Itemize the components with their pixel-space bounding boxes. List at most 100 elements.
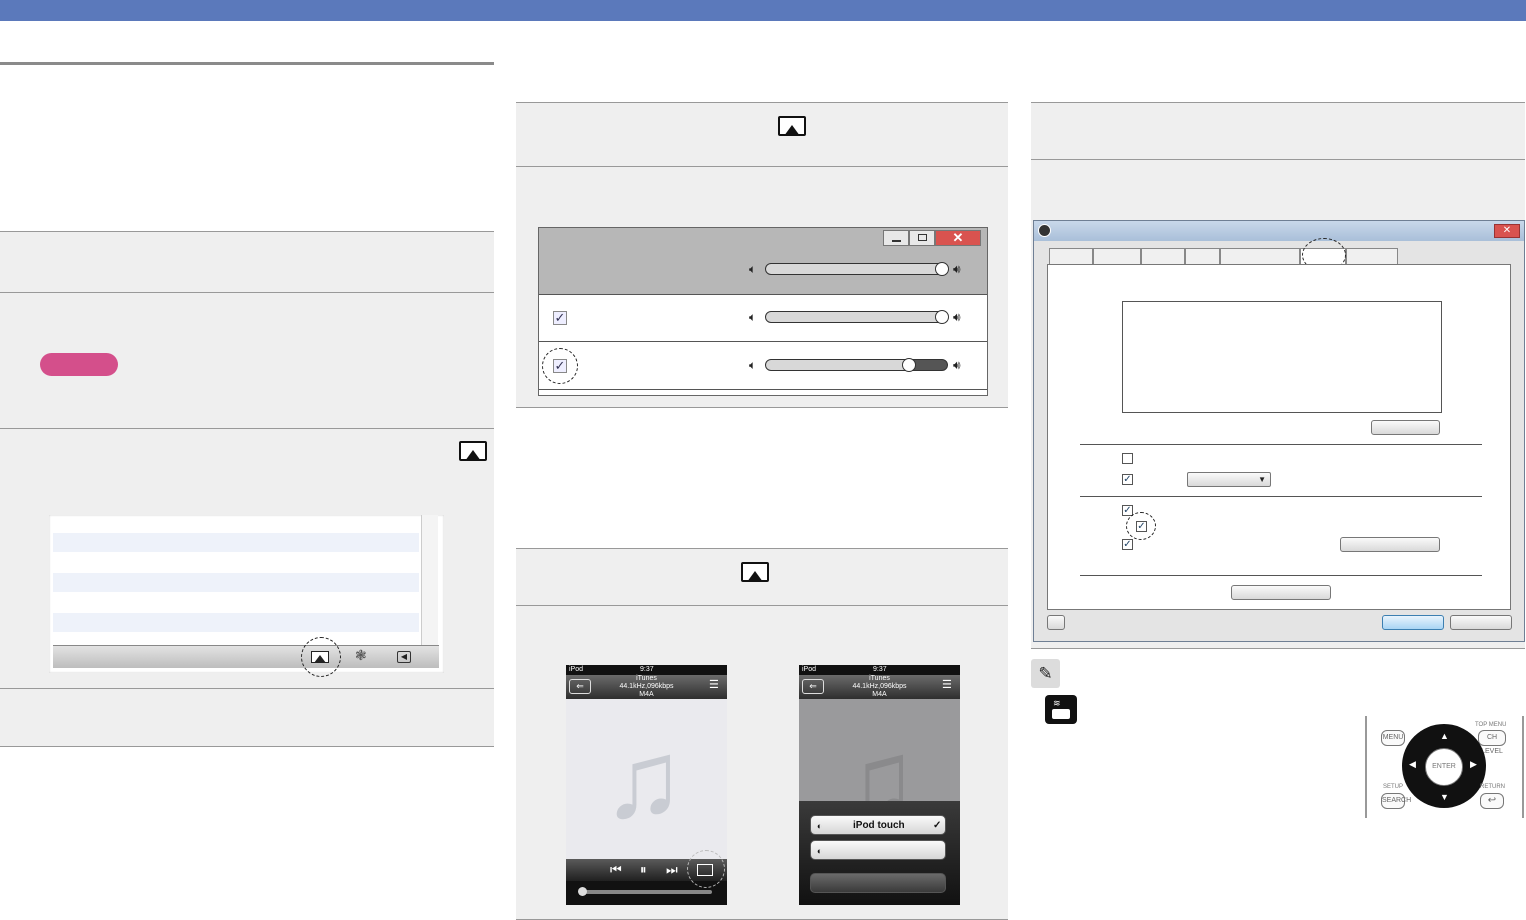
carrier-label: iPod [802, 666, 817, 673]
menu-item-ipod-touch[interactable]: ◐ iPod touch ✓ [810, 815, 946, 835]
minimize-button[interactable] [883, 230, 909, 246]
section-title-rule [0, 62, 494, 65]
return-button[interactable]: ↩ [1480, 793, 1504, 809]
menu-item-device[interactable]: ◐ [810, 840, 946, 860]
back-button[interactable]: ⇐ [802, 679, 824, 694]
progress-bar[interactable] [580, 890, 712, 894]
close-button[interactable]: ✕ [935, 230, 981, 246]
return-label: RETURN [1480, 784, 1505, 790]
speaker-high-icon: 🔊︎ [953, 358, 961, 372]
check-icon: ✓ [933, 820, 942, 831]
option-checkbox-3[interactable]: ✓ [1122, 539, 1133, 550]
airplay-highlight-circle [301, 637, 341, 677]
option-checkbox-1[interactable] [1122, 453, 1133, 464]
top-menu-label: TOP MENU [1475, 722, 1507, 728]
list-item[interactable] [53, 573, 419, 592]
tab-general[interactable] [1049, 248, 1093, 264]
note-badge [40, 353, 118, 376]
preferences-dialog: ✕ ✓ ▼ ✓ ✓ ✓ [1033, 220, 1525, 642]
menu-item-label: iPod touch [853, 820, 905, 831]
list-item[interactable] [53, 533, 419, 552]
preferences-panel: ✓ ▼ ✓ ✓ ✓ [1047, 264, 1511, 610]
speaker-low-icon: 🔈︎ [749, 358, 757, 372]
airplay-icon [778, 116, 806, 136]
computer-volume-slider[interactable] [765, 310, 949, 324]
dialog-titlebar: ✕ [1034, 221, 1524, 241]
pause-icon[interactable]: ⏸ [640, 862, 647, 878]
remove-button[interactable] [1371, 420, 1440, 435]
reset-warnings-button[interactable] [1231, 585, 1331, 600]
cancel-button[interactable] [1450, 615, 1512, 630]
progress-knob[interactable] [578, 887, 587, 896]
close-button[interactable]: ✕ [1494, 224, 1520, 238]
artwork-toggle-icon[interactable]: ◀ [397, 651, 411, 663]
speaker-low-icon: 🔈︎ [749, 310, 757, 324]
carrier-label: iPod [569, 666, 584, 673]
speaker-icon: ◐ [817, 821, 823, 831]
master-volume-slider[interactable] [765, 262, 949, 276]
album-art: ♫ [566, 699, 727, 859]
airplay-menu: ◐ iPod touch ✓ ◐ [799, 801, 960, 905]
left-arrow-icon[interactable]: ◀ [1409, 759, 1416, 770]
list-item[interactable] [53, 613, 419, 632]
speaker-high-icon: 🔊︎ [953, 310, 961, 324]
tab-sharing[interactable] [1141, 248, 1185, 264]
search-button[interactable]: SEARCH [1381, 793, 1411, 809]
next-icon[interactable]: ⏭ [666, 862, 678, 878]
tab-store[interactable] [1185, 248, 1220, 264]
list-icon[interactable]: ☰ [942, 680, 955, 692]
ok-button[interactable] [1382, 615, 1444, 630]
step-4-box [0, 688, 494, 747]
airplay-highlight-circle [687, 850, 725, 888]
music-note-icon: ♫ [602, 718, 685, 841]
right-arrow-icon[interactable]: ▶ [1470, 759, 1477, 770]
slider-knob[interactable] [935, 262, 949, 276]
visualizer-icon[interactable]: ❃ [355, 648, 367, 662]
tab-playback[interactable] [1093, 248, 1141, 264]
multiple-speakers-window: ✕ 🔈︎ 🔊︎ ✓ 🔈︎ 🔊︎ ✓ 🔈︎ 🔊︎ [538, 227, 988, 396]
checkbox-highlight-circle [542, 348, 578, 384]
tab-parental[interactable] [1220, 248, 1300, 264]
down-arrow-icon[interactable]: ▼ [1440, 792, 1449, 802]
app-icon [1038, 224, 1051, 237]
maximize-button[interactable] [909, 230, 935, 246]
list-icon[interactable]: ☰ [709, 680, 722, 692]
remote-control-illustration: MENU TOP MENU CH LEVEL ENTER ◀ ▶ ▲ ▼ SET… [1365, 716, 1524, 818]
menu-button[interactable]: MENU [1381, 730, 1405, 746]
ipod-screen-left: iPod 9:37 iTunes 44.1kHz,096kbps M4A ⇐ ☰… [566, 665, 727, 905]
tab-advanced[interactable] [1346, 248, 1398, 264]
cancel-button[interactable] [810, 873, 946, 893]
slider-knob[interactable] [902, 358, 916, 372]
slider-knob[interactable] [935, 310, 949, 324]
itunes-scrollbar[interactable] [421, 515, 438, 645]
device-volume-slider[interactable] [765, 358, 948, 372]
status-bar: iPod 9:37 [799, 665, 960, 675]
reset-button[interactable] [1340, 537, 1440, 552]
ipod-screen-right: iPod 9:37 iTunes 44.1kHz,096kbps M4A ⇐ ☰… [799, 665, 960, 905]
album-art-dimmed: ♫ [799, 699, 960, 835]
time-label: 9:37 [640, 666, 654, 673]
back-button[interactable]: ⇐ [569, 679, 591, 694]
option-checkbox-2[interactable]: ✓ [1122, 474, 1133, 485]
step-1-box-right [1031, 102, 1525, 160]
top-header-bar [0, 0, 1526, 21]
device-list[interactable] [1122, 301, 1442, 413]
time-label: 9:37 [873, 666, 887, 673]
previous-icon[interactable]: ⏮ [610, 862, 622, 878]
help-button[interactable] [1047, 615, 1065, 630]
speaker-icon: ◐ [817, 846, 823, 856]
itunes-bottom-bar [53, 645, 439, 668]
checkbox-highlight-circle [1126, 512, 1156, 540]
remote-icon: ≋ [1045, 695, 1077, 724]
up-arrow-icon[interactable]: ▲ [1440, 731, 1449, 741]
computer-checkbox[interactable]: ✓ [553, 311, 567, 325]
dropdown-select[interactable]: ▼ [1187, 472, 1271, 487]
itunes-window: ❃ ◀ [49, 515, 444, 677]
status-bar: iPod 9:37 [566, 665, 727, 675]
step-1-box-mid [516, 102, 1008, 167]
pencil-icon: ✎ [1031, 659, 1060, 688]
ch-level-button[interactable]: CH LEVEL [1478, 730, 1506, 755]
enter-button[interactable]: ENTER [1425, 748, 1463, 786]
speaker-low-icon: 🔈︎ [749, 262, 757, 276]
speaker-high-icon: 🔊︎ [953, 262, 961, 276]
